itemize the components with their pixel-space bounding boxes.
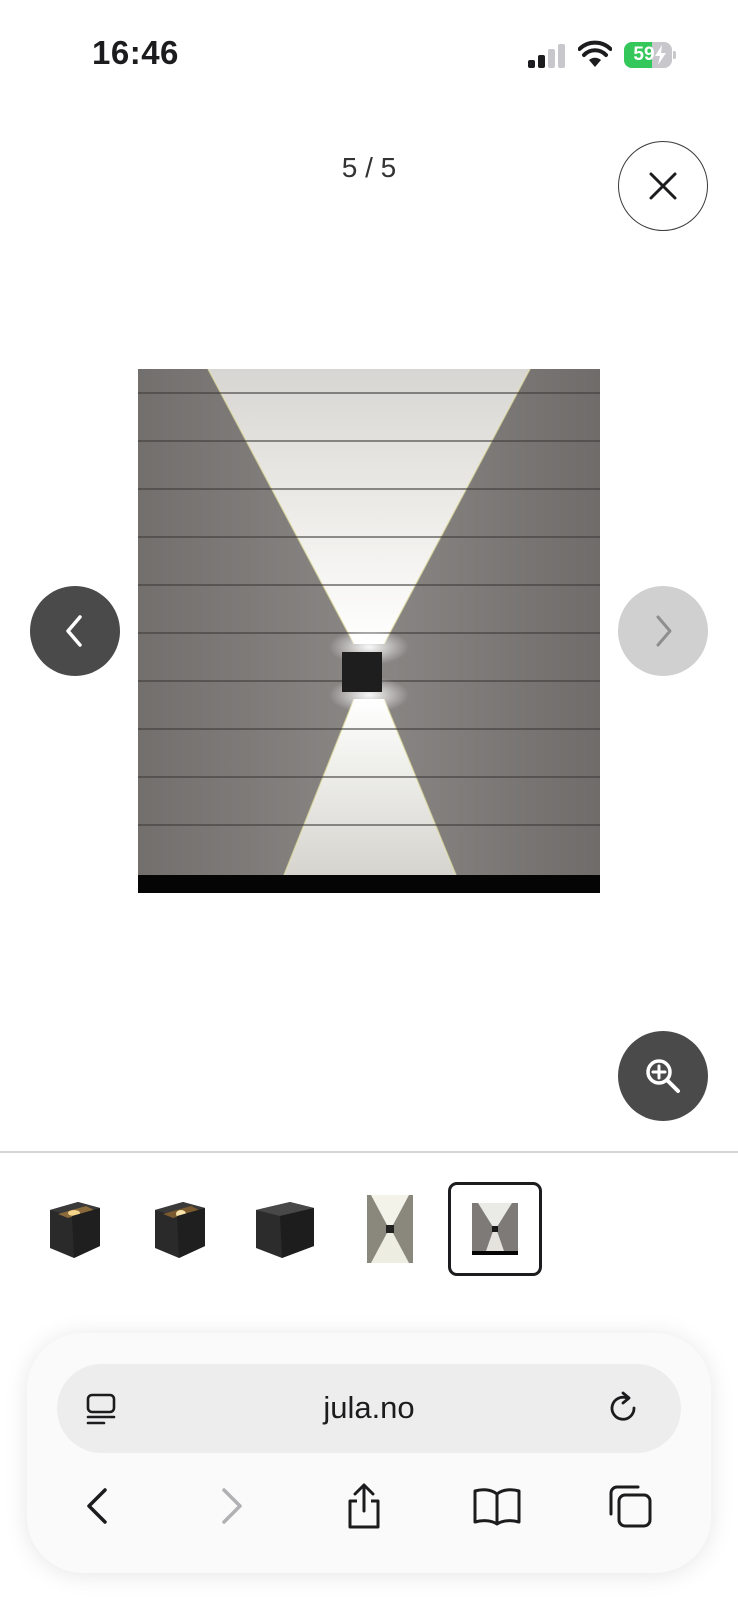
thumbnail-strip (0, 1182, 738, 1276)
bookmarks-icon (473, 1488, 521, 1526)
wifi-icon (578, 40, 612, 67)
url-text[interactable]: jula.no (57, 1390, 681, 1426)
cellular-signal-icon (528, 44, 565, 68)
thumbnail-image (256, 1202, 314, 1258)
chevron-right-icon (656, 615, 672, 647)
chevron-left-icon (66, 615, 82, 647)
thumbnail-4[interactable] (343, 1182, 437, 1276)
address-bar[interactable]: jula.no (57, 1364, 681, 1453)
share-icon (348, 1483, 380, 1529)
share-button[interactable] (336, 1478, 392, 1534)
thumbnail-image (155, 1202, 205, 1258)
thumbnail-5[interactable] (448, 1182, 542, 1276)
battery-charging-icon: 59 (624, 42, 676, 68)
forward-button[interactable] (203, 1478, 259, 1534)
product-image (138, 369, 600, 893)
close-icon (649, 172, 677, 200)
divider (0, 1151, 738, 1153)
bolt-icon (655, 45, 666, 65)
zoom-button[interactable] (618, 1031, 708, 1121)
thumbnail-1[interactable] (28, 1182, 122, 1276)
thumbnail-image (472, 1203, 518, 1255)
thumbnail-3[interactable] (238, 1182, 332, 1276)
back-button[interactable] (70, 1478, 126, 1534)
bookmarks-button[interactable] (469, 1478, 525, 1534)
thumbnail-2[interactable] (133, 1182, 227, 1276)
status-time: 16:46 (92, 34, 179, 71)
previous-image-button[interactable] (30, 586, 120, 676)
status-bar: 16:46 59 (0, 0, 738, 110)
tabs-button[interactable] (602, 1478, 658, 1534)
reload-icon[interactable] (605, 1390, 641, 1426)
tabs-icon (609, 1485, 652, 1528)
browser-toolbar: jula.no (27, 1333, 711, 1573)
zoom-in-icon (646, 1059, 680, 1093)
thumbnail-image (50, 1202, 100, 1258)
next-image-button[interactable] (618, 586, 708, 676)
back-arrow-icon (87, 1488, 107, 1524)
thumbnail-image (367, 1195, 413, 1263)
close-button[interactable] (618, 141, 708, 231)
forward-arrow-icon (222, 1488, 242, 1524)
